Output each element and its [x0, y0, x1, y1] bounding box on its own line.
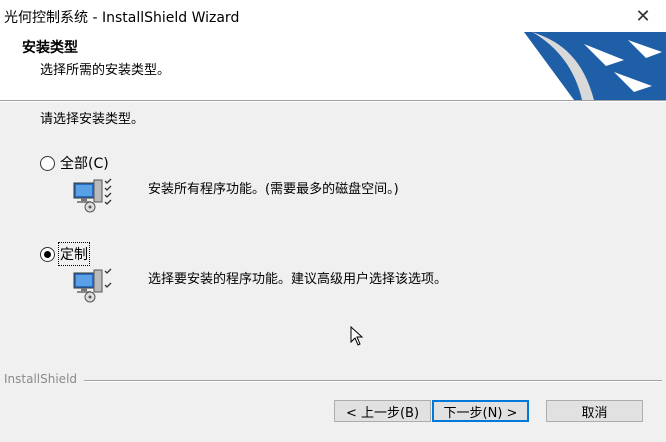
custom-install-icon	[73, 268, 112, 303]
installshield-brand: InstallShield	[4, 372, 78, 386]
radio-complete-label[interactable]: 全部(C)	[60, 153, 109, 173]
close-button[interactable]: ✕	[620, 0, 666, 32]
cancel-button[interactable]: 取消	[546, 400, 643, 422]
page-subtitle: 选择所需的安装类型。	[40, 63, 171, 78]
radio-custom-label[interactable]: 定制	[58, 242, 90, 266]
complete-install-icon	[73, 178, 112, 213]
title-bar: 光何控制系统 - InstallShield Wizard ✕	[0, 0, 666, 32]
setup-prompt: 请选择安装类型。	[40, 112, 145, 127]
radio-custom[interactable]: 定制	[40, 242, 90, 266]
window-title: 光何控制系统 - InstallShield Wizard	[4, 10, 240, 26]
mouse-cursor-icon	[350, 326, 364, 346]
radio-circle-selected[interactable]	[40, 246, 55, 262]
radio-circle[interactable]	[40, 155, 55, 171]
installshield-banner-graphic	[524, 32, 666, 100]
page-title: 安装类型	[22, 40, 78, 56]
footer-separator-highlight	[84, 381, 662, 382]
complete-description: 安装所有程序功能。(需要最多的磁盘空间。)	[148, 182, 399, 197]
custom-description: 选择要安装的程序功能。建议高级用户选择该选项。	[148, 272, 448, 287]
next-button[interactable]: 下一步(N) >	[432, 400, 529, 422]
header-separator-highlight	[0, 101, 666, 102]
back-button[interactable]: < 上一步(B)	[334, 400, 431, 422]
radio-complete[interactable]: 全部(C)	[40, 153, 109, 173]
wizard-header: 安装类型 选择所需的安装类型。	[0, 32, 666, 100]
